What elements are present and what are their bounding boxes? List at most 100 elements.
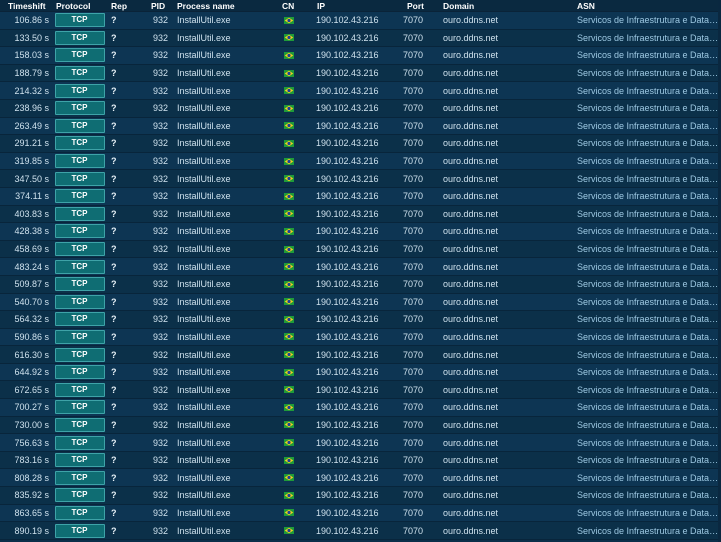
table-row[interactable]: 428.38 s TCP? 932 InstallUtil.exe 190.102.43… (0, 223, 721, 241)
domain-cell: ouro.ddns.net (443, 402, 499, 413)
domain-cell: ouro.ddns.net (443, 279, 499, 290)
domain-cell: ouro.ddns.net (443, 208, 499, 219)
table-row[interactable]: 616.30 s TCP? 932 InstallUtil.exe 190.102.43… (0, 346, 721, 364)
protocol-cell: TCP (52, 189, 107, 204)
process-name-cell: InstallUtil.exe (177, 191, 231, 202)
header-timeshift[interactable]: Timeshift (0, 1, 52, 11)
header-protocol[interactable]: Protocol (52, 1, 107, 11)
table-row[interactable]: 458.69 s TCP? 932 InstallUtil.exe 190.102.43… (0, 240, 721, 259)
table-row[interactable]: 291.21 s TCP? 932 InstallUtil.exe 190.102.43… (0, 135, 721, 153)
table-row[interactable]: 188.79 s TCP? 932 InstallUtil.exe 190.102.43… (0, 64, 721, 83)
country-cell (278, 474, 315, 482)
pid-cell: 932 (152, 384, 168, 395)
table-row[interactable]: 509.87 s TCP? 932 InstallUtil.exe 190.102.43… (0, 275, 721, 294)
table-row[interactable]: 672.65 s TCP? 932 InstallUtil.exe 190.102.43… (0, 381, 721, 400)
table-row[interactable]: 347.50 s TCP? 932 InstallUtil.exe 190.102.43… (0, 170, 721, 188)
asn-cell: Servicos de Infraestrutura e Datac... (577, 85, 721, 96)
process-name-cell: InstallUtil.exe (177, 138, 231, 149)
pid-cell: 932 (152, 367, 168, 378)
protocol-cell: TCP (52, 294, 107, 309)
country-cell (278, 280, 315, 288)
pid-cell: 932 (152, 437, 168, 448)
protocol-cell: TCP (52, 488, 107, 503)
timeshift-cell: 458.69 s (14, 244, 49, 255)
table-row[interactable]: 319.85 s TCP? 932 InstallUtil.exe 190.102.43… (0, 152, 721, 171)
table-row[interactable]: 483.24 s TCP? 932 InstallUtil.exe 190.102.43… (0, 258, 721, 276)
ip-cell: 190.102.43.216 (316, 15, 379, 26)
table-row[interactable]: 730.00 s TCP? 932 InstallUtil.exe 190.102.43… (0, 416, 721, 435)
table-row[interactable]: 238.96 s TCP? 932 InstallUtil.exe 190.102.43… (0, 99, 721, 118)
port-cell: 7070 (403, 138, 424, 149)
brazil-flag-icon (284, 263, 294, 271)
protocol-badge: TCP (54, 294, 105, 309)
asn-cell: Servicos de Infraestrutura e Datac... (577, 120, 721, 131)
pid-cell: 932 (152, 173, 168, 184)
header-ip[interactable]: IP (315, 1, 401, 11)
table-row[interactable]: 644.92 s TCP? 932 InstallUtil.exe 190.102.43… (0, 363, 721, 382)
protocol-cell: TCP (52, 13, 107, 28)
domain-cell: ouro.ddns.net (443, 191, 499, 202)
pid-cell: 932 (152, 455, 168, 466)
header-asn[interactable]: ASN (575, 1, 721, 11)
ip-cell: 190.102.43.216 (316, 490, 379, 501)
reputation-cell: ? (111, 472, 117, 483)
ip-cell: 190.102.43.216 (316, 472, 379, 483)
asn-cell: Servicos de Infraestrutura e Datac... (577, 32, 721, 43)
table-row[interactable]: 158.03 s TCP? 932 InstallUtil.exe 190.102.43… (0, 47, 721, 65)
table-row[interactable]: 756.63 s TCP? 932 InstallUtil.exe 190.102.43… (0, 434, 721, 452)
table-row[interactable]: 214.32 s TCP? 932 InstallUtil.exe 190.102.43… (0, 82, 721, 100)
port-cell: 7070 (403, 261, 424, 272)
protocol-cell: TCP (52, 259, 107, 274)
table-row[interactable]: 783.16 s TCP? 932 InstallUtil.exe 190.102.43… (0, 451, 721, 470)
country-cell (278, 439, 315, 447)
reputation-cell: ? (111, 85, 117, 96)
brazil-flag-icon (284, 122, 294, 130)
process-name-cell: InstallUtil.exe (177, 437, 231, 448)
brazil-flag-icon (284, 280, 294, 288)
table-row[interactable]: 564.32 s TCP? 932 InstallUtil.exe 190.102.43… (0, 311, 721, 329)
header-cn[interactable]: CN (278, 1, 315, 11)
timeshift-cell: 428.38 s (14, 226, 49, 237)
ip-cell: 190.102.43.216 (316, 331, 379, 342)
protocol-badge: TCP (54, 417, 105, 432)
process-name-cell: InstallUtil.exe (177, 15, 231, 26)
domain-cell: ouro.ddns.net (443, 349, 499, 360)
pid-cell: 932 (152, 138, 168, 149)
reputation-cell: ? (111, 279, 117, 290)
ip-cell: 190.102.43.216 (316, 507, 379, 518)
table-row[interactable]: 403.83 s TCP? 932 InstallUtil.exe 190.102.43… (0, 205, 721, 224)
table-row[interactable]: 263.49 s TCP? 932 InstallUtil.exe 190.102.43… (0, 117, 721, 136)
process-name-cell: InstallUtil.exe (177, 455, 231, 466)
timeshift-cell: 106.86 s (14, 15, 49, 26)
table-row[interactable]: 835.92 s TCP? 932 InstallUtil.exe 190.102.43… (0, 487, 721, 505)
header-rep[interactable]: Rep (107, 1, 141, 11)
table-row[interactable]: 590.86 s TCP? 932 InstallUtil.exe 190.102.43… (0, 328, 721, 347)
header-port[interactable]: Port (401, 1, 441, 11)
table-body: 106.86 s TCP? 932 InstallUtil.exe 190.102.43… (0, 12, 721, 540)
table-row[interactable]: 540.70 s TCP? 932 InstallUtil.exe 190.102.43… (0, 293, 721, 312)
protocol-cell: TCP (52, 505, 107, 520)
process-name-cell: InstallUtil.exe (177, 296, 231, 307)
table-row[interactable]: 133.50 s TCP? 932 InstallUtil.exe 190.102.43… (0, 29, 721, 48)
asn-cell: Servicos de Infraestrutura e Datac... (577, 244, 721, 255)
protocol-badge: TCP (54, 488, 105, 503)
table-row[interactable]: 863.65 s TCP? 932 InstallUtil.exe 190.102.43… (0, 504, 721, 523)
table-row[interactable]: 700.27 s TCP? 932 InstallUtil.exe 190.102.43… (0, 399, 721, 417)
country-cell (278, 175, 315, 183)
header-domain[interactable]: Domain (441, 1, 575, 11)
pid-cell: 932 (152, 472, 168, 483)
process-name-cell: InstallUtil.exe (177, 156, 231, 167)
header-pid[interactable]: PID (141, 1, 173, 11)
brazil-flag-icon (284, 315, 294, 323)
port-cell: 7070 (403, 15, 424, 26)
ip-cell: 190.102.43.216 (316, 349, 379, 360)
protocol-cell: TCP (52, 382, 107, 397)
table-row[interactable]: 890.19 s TCP? 932 InstallUtil.exe 190.102.43… (0, 522, 721, 540)
domain-cell: ouro.ddns.net (443, 314, 499, 325)
table-row[interactable]: 808.28 s TCP? 932 InstallUtil.exe 190.102.43… (0, 469, 721, 488)
protocol-badge: TCP (54, 435, 105, 450)
header-process-name[interactable]: Process name (173, 1, 278, 11)
table-row[interactable]: 374.11 s TCP? 932 InstallUtil.exe 190.102.43… (0, 187, 721, 206)
table-row[interactable]: 106.86 s TCP? 932 InstallUtil.exe 190.102.43… (0, 12, 721, 30)
country-cell (278, 351, 315, 359)
